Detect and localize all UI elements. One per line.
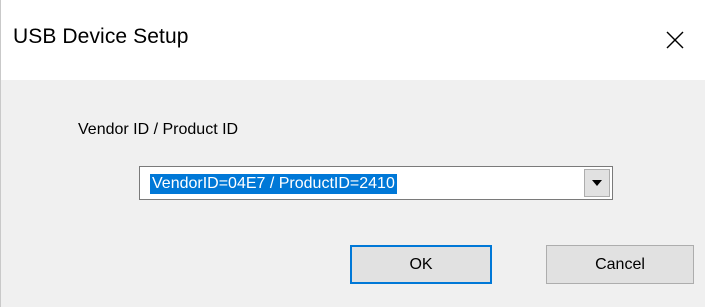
vendor-product-label: Vendor ID / Product ID <box>78 121 239 138</box>
dropdown-button[interactable] <box>584 169 610 197</box>
close-icon <box>666 31 684 49</box>
close-button[interactable] <box>645 0 705 80</box>
selected-value: VendorID=04E7 / ProductID=2410 <box>150 174 397 194</box>
usb-device-setup-dialog: USB Device Setup Vendor ID / Product ID … <box>0 0 705 307</box>
window-title: USB Device Setup <box>13 25 189 48</box>
chevron-down-icon <box>592 180 602 186</box>
vendor-product-select[interactable]: VendorID=04E7 / ProductID=2410 <box>139 166 613 200</box>
ok-button[interactable]: OK <box>350 245 492 284</box>
cancel-button[interactable]: Cancel <box>546 245 694 284</box>
title-bar: USB Device Setup <box>1 0 705 80</box>
